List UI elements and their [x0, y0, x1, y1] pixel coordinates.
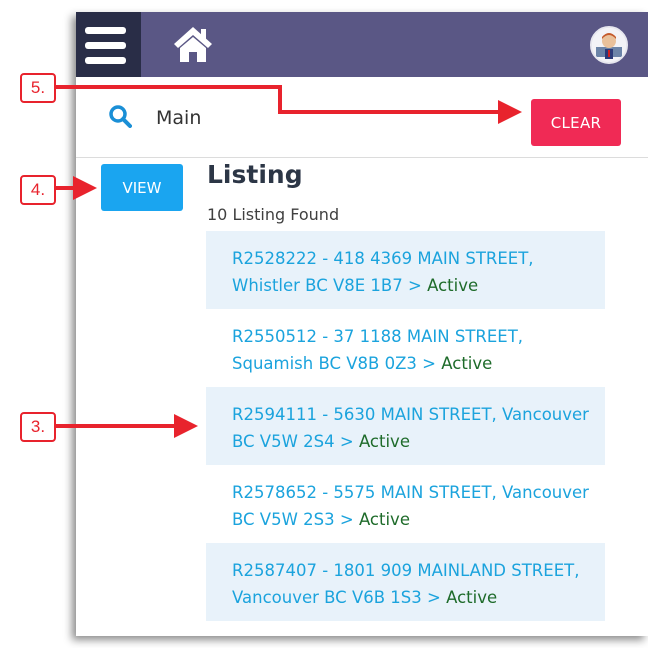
- top-bar: [76, 12, 648, 77]
- listing-item-text: R2528222 - 418 4369 MAIN STREET, Whistle…: [232, 249, 534, 295]
- listing-item-text: R2587407 - 1801 909 MAINLAND STREET, Van…: [232, 561, 580, 607]
- listing-status: Active: [358, 432, 410, 451]
- home-icon[interactable]: [172, 24, 214, 64]
- listing-item[interactable]: R2528222 - 418 4369 MAIN STREET, Whistle…: [206, 231, 605, 309]
- menu-bar-line: [85, 57, 126, 64]
- user-avatar[interactable]: [590, 26, 628, 64]
- listing-count: 10 Listing Found: [207, 205, 340, 224]
- callout-5: 5.: [20, 73, 56, 103]
- hamburger-menu-icon[interactable]: [76, 12, 141, 77]
- listing-status: Active: [427, 276, 479, 295]
- search-icon[interactable]: [108, 104, 132, 128]
- app-screen: CLEAR VIEW Listing 10 Listing Found R252…: [76, 12, 648, 636]
- search-input[interactable]: [156, 101, 456, 135]
- callout-3: 3.: [20, 412, 56, 442]
- callout-4: 4.: [20, 175, 56, 205]
- listing-status: Active: [446, 588, 498, 607]
- listing-item[interactable]: R2587407 - 1801 909 MAINLAND STREET, Van…: [206, 543, 605, 621]
- listing-item[interactable]: R2550512 - 37 1188 MAIN STREET, Squamish…: [206, 309, 605, 387]
- listing-title: Listing: [207, 160, 303, 189]
- view-button[interactable]: VIEW: [101, 164, 183, 211]
- listing-status: Active: [441, 354, 493, 373]
- listing-item-text: R2594111 - 5630 MAIN STREET, Vancouver B…: [232, 405, 589, 451]
- listing-item[interactable]: R2594111 - 5630 MAIN STREET, Vancouver B…: [206, 387, 605, 465]
- menu-bar-line: [85, 42, 126, 49]
- clear-button[interactable]: CLEAR: [531, 99, 621, 146]
- menu-bar-line: [85, 27, 126, 34]
- listing-item-text: R2578652 - 5575 MAIN STREET, Vancouver B…: [232, 483, 589, 529]
- listing-status: Active: [358, 510, 410, 529]
- search-bar: CLEAR: [76, 77, 648, 158]
- listing-item[interactable]: R2578652 - 5575 MAIN STREET, Vancouver B…: [206, 465, 605, 543]
- listing-results: R2528222 - 418 4369 MAIN STREET, Whistle…: [206, 231, 605, 621]
